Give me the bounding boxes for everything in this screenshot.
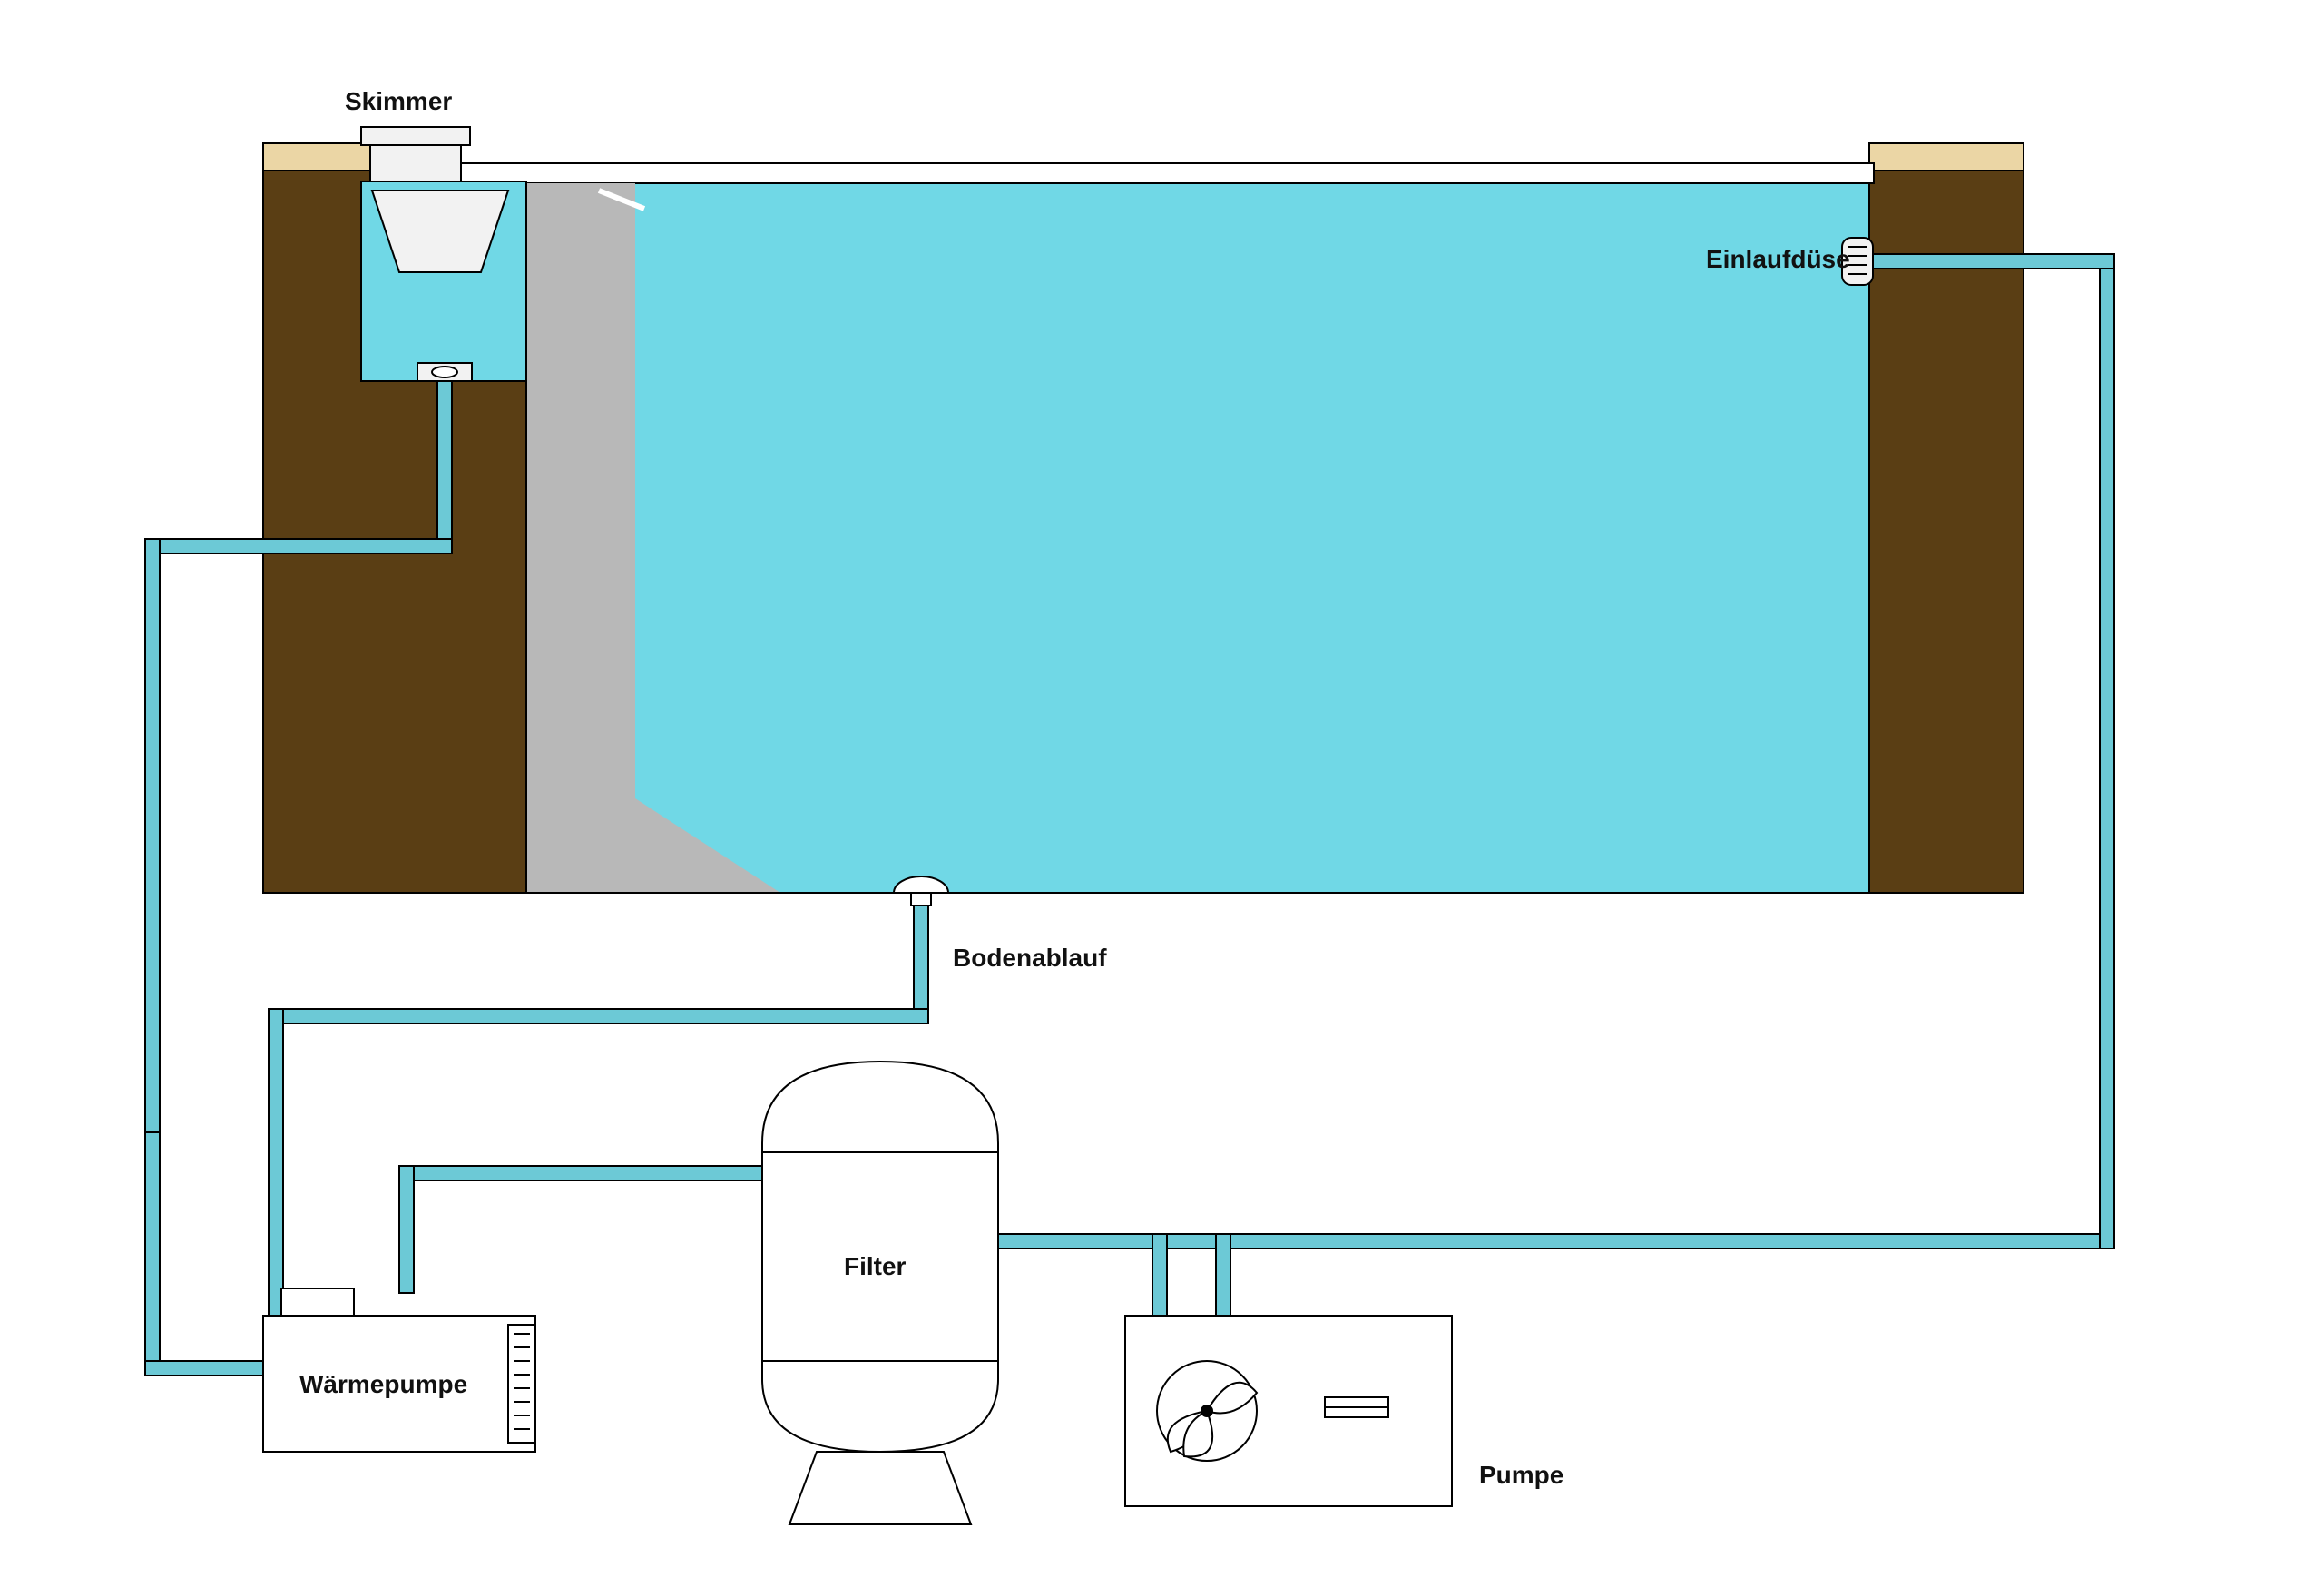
deck-left bbox=[263, 143, 386, 171]
filter-vessel bbox=[762, 1062, 998, 1524]
pool-water bbox=[526, 183, 1869, 893]
label-filter: Filter bbox=[844, 1252, 906, 1281]
bottom-drain bbox=[894, 876, 948, 906]
label-skimmer: Skimmer bbox=[345, 87, 452, 116]
deck-right bbox=[1869, 143, 2024, 171]
soil-right bbox=[1869, 171, 2024, 892]
pool-schematic bbox=[0, 0, 2323, 1596]
label-bottom-drain: Bodenablauf bbox=[953, 944, 1107, 973]
label-inlet: Einlaufdüse bbox=[1706, 245, 1850, 274]
label-heat-pump: Wärmepumpe bbox=[299, 1370, 467, 1399]
pool-coping bbox=[381, 163, 1874, 183]
pump bbox=[1125, 1316, 1452, 1506]
label-pump: Pumpe bbox=[1479, 1461, 1563, 1490]
